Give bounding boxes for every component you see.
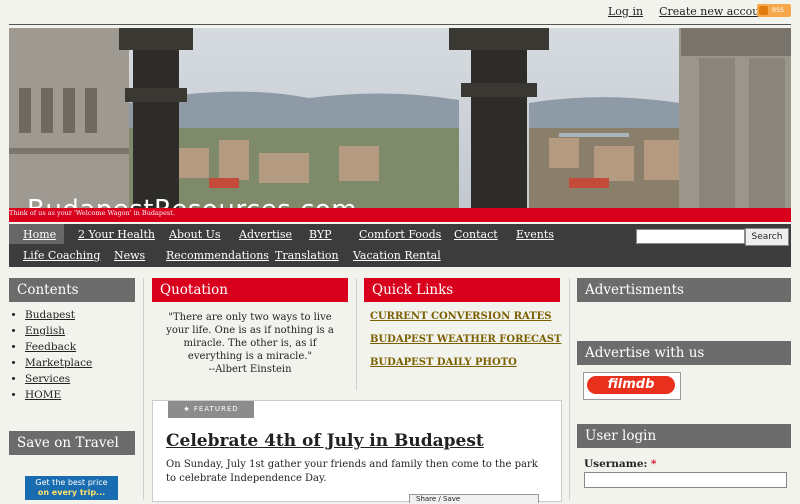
nav-contact[interactable]: Contact bbox=[454, 228, 498, 241]
nav-advertise[interactable]: Advertise bbox=[239, 228, 292, 241]
travel-ad-headline: Get the best price bbox=[35, 478, 108, 487]
nav-vacation-rental[interactable]: Vacation Rental bbox=[353, 249, 441, 262]
username-label: Username: * bbox=[584, 458, 657, 470]
save-on-travel-title: Save on Travel bbox=[9, 431, 135, 455]
login-link[interactable]: Log in bbox=[608, 5, 643, 18]
contents-link-home[interactable]: HOME bbox=[25, 389, 61, 401]
create-account-link[interactable]: Create new account bbox=[659, 5, 771, 18]
filmdb-ad[interactable]: filmdb bbox=[583, 372, 681, 400]
nav-comfort-foods[interactable]: Comfort Foods bbox=[359, 228, 441, 241]
header-banner: BudapestResources.com bbox=[9, 28, 791, 208]
advertise-with-us-title: Advertise with us bbox=[577, 341, 791, 365]
daily-photo-link[interactable]: BUDAPEST DAILY PHOTO bbox=[370, 357, 517, 368]
left-column-divider bbox=[143, 278, 144, 500]
contents-title: Contents bbox=[9, 278, 135, 302]
nav-translation[interactable]: Translation bbox=[275, 249, 339, 262]
quotation-block: "There are only two ways to live your li… bbox=[152, 311, 348, 376]
site-logo-text[interactable]: BudapestResources.com bbox=[27, 195, 357, 208]
featured-label: FEATURED bbox=[193, 405, 239, 413]
share-save-label: Share / Save bbox=[416, 495, 461, 503]
quotation-author: --Albert Einstein bbox=[208, 364, 292, 375]
list-item: Services bbox=[25, 373, 92, 385]
nav-recommendations[interactable]: Recommendations bbox=[166, 249, 269, 262]
article-body: On Sunday, July 1st gather your friends … bbox=[166, 459, 538, 484]
center-divider bbox=[356, 278, 357, 390]
list-item: Feedback bbox=[25, 341, 92, 353]
username-input[interactable] bbox=[584, 472, 787, 488]
quotation-title: Quotation bbox=[152, 278, 348, 302]
main-navigation: Home 2 Your Health About Us Advertise BY… bbox=[9, 224, 791, 267]
right-column-divider bbox=[569, 278, 570, 500]
nav-news[interactable]: News bbox=[114, 249, 145, 262]
contents-link-budapest[interactable]: Budapest bbox=[25, 309, 75, 321]
rss-icon bbox=[759, 6, 768, 15]
nav-life-coaching[interactable]: Life Coaching bbox=[23, 249, 100, 262]
weather-forecast-link[interactable]: BUDAPEST WEATHER FORECAST bbox=[370, 334, 561, 345]
featured-article: ★ FEATURED Celebrate 4th of July in Buda… bbox=[152, 400, 562, 503]
nav-events[interactable]: Events bbox=[516, 228, 554, 241]
quotation-text: "There are only two ways to live your li… bbox=[166, 312, 334, 362]
header-divider bbox=[9, 24, 791, 25]
nav-home[interactable]: Home bbox=[23, 228, 56, 241]
star-icon: ★ bbox=[183, 405, 191, 413]
site-tagline: Think of us as your 'Welcome Wagon' in B… bbox=[9, 209, 175, 217]
nav-about-us[interactable]: About Us bbox=[169, 228, 221, 241]
top-bar: Log in Create new account RSS bbox=[0, 0, 800, 24]
user-login-title: User login bbox=[577, 424, 791, 448]
list-item: Marketplace bbox=[25, 357, 92, 369]
contents-link-services[interactable]: Services bbox=[25, 373, 70, 385]
conversion-rates-link[interactable]: CURRENT CONVERSION RATES bbox=[370, 311, 552, 322]
search-button[interactable]: Search bbox=[745, 228, 789, 246]
share-save-button[interactable]: Share / Save bbox=[409, 494, 539, 503]
list-item: HOME bbox=[25, 389, 92, 401]
contents-list: Budapest English Feedback Marketplace Se… bbox=[14, 309, 92, 405]
username-label-text: Username: bbox=[584, 458, 648, 470]
article-title[interactable]: Celebrate 4th of July in Budapest bbox=[166, 431, 484, 451]
list-item: Budapest bbox=[25, 309, 92, 321]
filmdb-logo: filmdb bbox=[587, 376, 675, 394]
contents-link-english[interactable]: English bbox=[25, 325, 65, 337]
quick-links-title: Quick Links bbox=[364, 278, 560, 302]
tagline-bar: Think of us as your 'Welcome Wagon' in B… bbox=[9, 208, 791, 222]
travel-ad-banner[interactable]: Get the best price on every trip... bbox=[25, 476, 118, 500]
advertisments-title: Advertisments bbox=[577, 278, 791, 302]
rss-label: RSS bbox=[772, 7, 784, 14]
rss-feed-button[interactable]: RSS bbox=[757, 4, 791, 17]
travel-ad-subline: on every trip... bbox=[37, 488, 106, 497]
contents-link-marketplace[interactable]: Marketplace bbox=[25, 357, 92, 369]
featured-badge: ★ FEATURED bbox=[168, 401, 254, 418]
nav-2-your-health[interactable]: 2 Your Health bbox=[78, 228, 155, 241]
budapest-panorama-image bbox=[9, 28, 791, 208]
contents-link-feedback[interactable]: Feedback bbox=[25, 341, 76, 353]
required-marker: * bbox=[651, 458, 657, 470]
list-item: English bbox=[25, 325, 92, 337]
search-input[interactable] bbox=[636, 229, 745, 244]
nav-byp[interactable]: BYP bbox=[309, 228, 332, 241]
